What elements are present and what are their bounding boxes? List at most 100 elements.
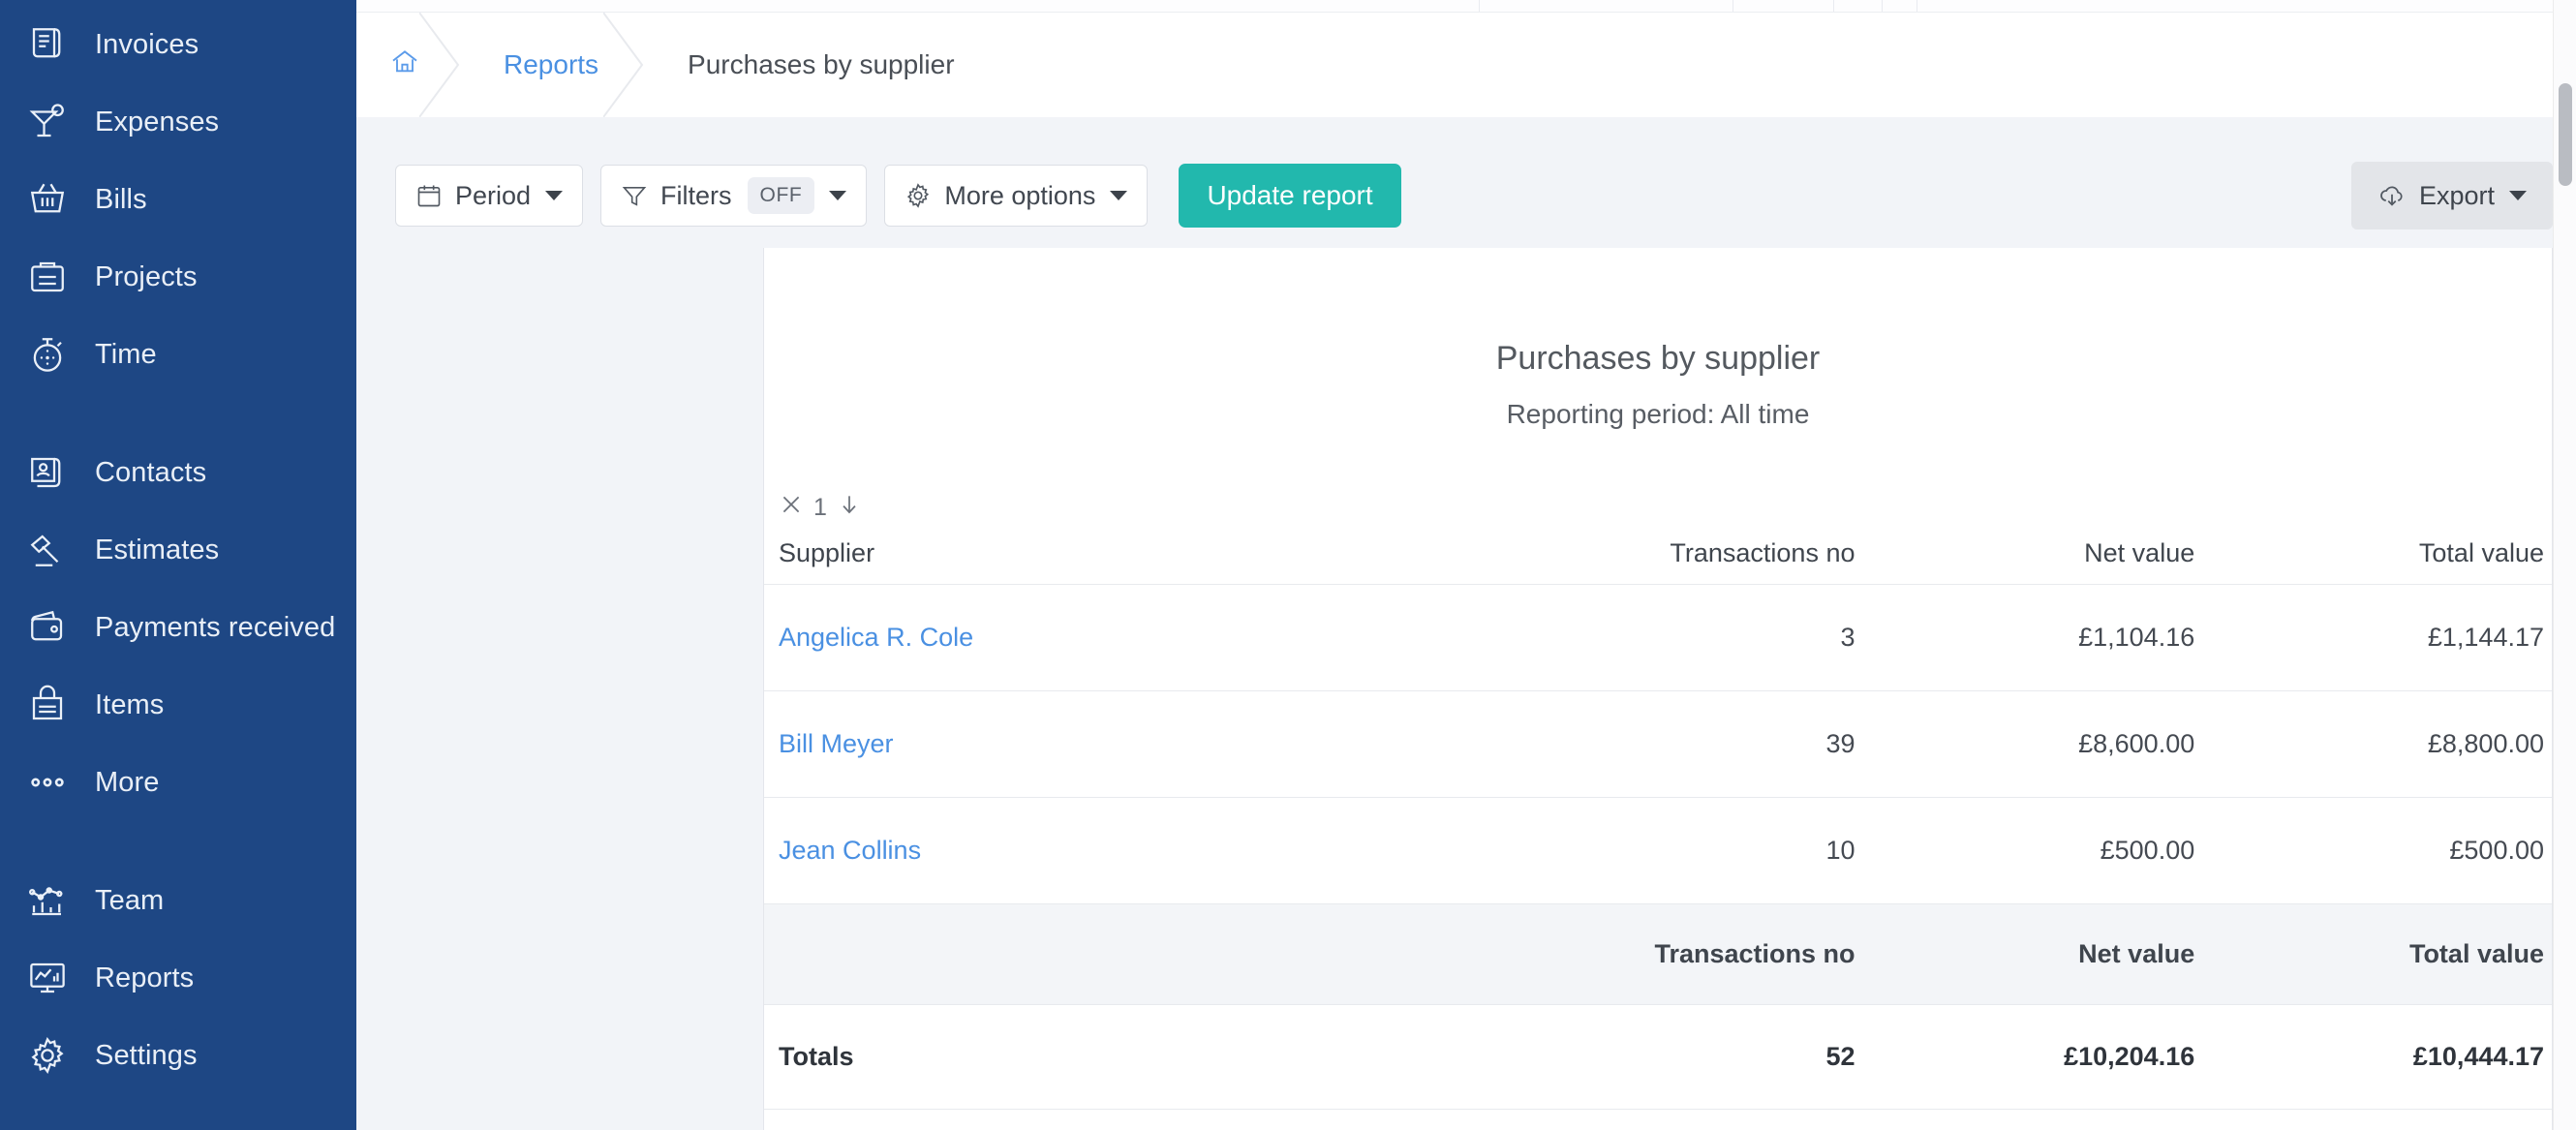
chevron-down-icon <box>2509 191 2527 200</box>
table-row: Jean Collins 10 £500.00 £500.00 <box>764 797 2552 903</box>
stopwatch-icon <box>21 332 74 377</box>
sidebar-item-label: Contacts <box>95 456 207 488</box>
basket-icon <box>21 177 74 222</box>
more-options-label: More options <box>944 180 1096 210</box>
sidebar-item-payments-received[interactable]: Payments received <box>0 589 356 666</box>
ellipsis-icon <box>21 760 74 805</box>
sidebar-item-bills[interactable]: Bills <box>0 161 356 238</box>
sidebar-group-primary: Invoices Expenses Bills Projects Time <box>0 6 356 393</box>
sort-index: 1 <box>813 494 827 521</box>
subheader-blank <box>764 903 1533 1004</box>
period-button[interactable]: Period <box>395 165 584 227</box>
cell-transactions: 10 <box>1825 835 1855 865</box>
more-options-button[interactable]: More options <box>884 165 1149 227</box>
breadcrumb-item-current: Purchases by supplier <box>643 13 998 117</box>
sidebar-item-label: Team <box>95 884 165 916</box>
cell-total: £1,144.17 <box>2427 622 2544 652</box>
strip-cell <box>1883 0 1917 12</box>
spacer-cell <box>2212 1108 2552 1130</box>
monitor-chart-icon <box>21 956 74 1000</box>
cut-off-toolbar-strip <box>356 0 2576 13</box>
totals-label: Totals <box>779 1041 854 1071</box>
strip-cell <box>1733 0 1834 12</box>
contacts-icon <box>21 450 74 495</box>
wallet-icon <box>21 605 74 650</box>
breadcrumb-chevron <box>419 13 460 117</box>
totals-row: Totals 52 £10,204.16 £10,444.17 <box>764 1004 2552 1109</box>
column-header-supplier[interactable]: Supplier <box>764 524 1533 584</box>
sidebar-item-label: Reports <box>95 962 195 993</box>
breadcrumb-label: Reports <box>504 49 599 79</box>
funnel-icon <box>621 182 648 209</box>
cell-total: £500.00 <box>2449 835 2544 865</box>
gavel-icon <box>21 528 74 572</box>
sidebar-item-settings[interactable]: Settings <box>0 1017 356 1094</box>
totals-transactions: 52 <box>1825 1041 1855 1071</box>
filters-button[interactable]: Filters OFF <box>600 165 868 227</box>
filters-state-badge: OFF <box>747 177 815 214</box>
sidebar-item-more[interactable]: More <box>0 744 356 821</box>
arrow-down-icon[interactable] <box>837 492 862 524</box>
cell-transactions: 3 <box>1840 622 1855 652</box>
sidebar-item-estimates[interactable]: Estimates <box>0 511 356 589</box>
table-header-row: Supplier Transactions no Net value Total… <box>764 524 2552 584</box>
spacer-cell <box>1872 1108 2213 1130</box>
sidebar-item-invoices[interactable]: Invoices <box>0 6 356 83</box>
close-icon[interactable] <box>779 492 804 524</box>
sidebar-item-label: Bills <box>95 183 147 215</box>
breadcrumb-item-reports[interactable]: Reports <box>459 13 644 117</box>
vertical-scrollbar[interactable] <box>2553 0 2576 1130</box>
totals-subheader-row: Transactions no Net value Total value <box>764 903 2552 1004</box>
cell-transactions: 39 <box>1825 728 1855 758</box>
sidebar-item-projects[interactable]: Projects <box>0 238 356 316</box>
sidebar-item-reports[interactable]: Reports <box>0 939 356 1017</box>
breadcrumb: Reports Purchases by supplier <box>356 13 2576 117</box>
calendar-icon <box>415 182 443 209</box>
export-button[interactable]: Export <box>2350 162 2553 229</box>
sidebar-item-label: Invoices <box>95 28 199 60</box>
cloud-download-icon <box>2377 181 2407 210</box>
briefcase-icon <box>21 255 74 299</box>
cell-net: £500.00 <box>2100 835 2195 865</box>
breadcrumb-label: Purchases by supplier <box>688 49 955 79</box>
purchases-table: Supplier Transactions no Net value Total… <box>764 524 2552 1130</box>
sidebar-item-label: Settings <box>95 1039 198 1071</box>
breadcrumb-home[interactable] <box>356 13 460 117</box>
subheader-total: Total value <box>2408 938 2544 968</box>
cocktail-icon <box>21 100 74 144</box>
sidebar-item-label: More <box>95 766 160 798</box>
strip-cell <box>1917 0 2576 12</box>
supplier-link[interactable]: Bill Meyer <box>779 729 894 758</box>
sidebar-item-label: Time <box>95 338 157 370</box>
scrollbar-thumb[interactable] <box>2559 83 2572 186</box>
sidebar-item-time[interactable]: Time <box>0 316 356 393</box>
update-report-button[interactable]: Update report <box>1179 164 1401 228</box>
update-report-label: Update report <box>1207 180 1373 210</box>
sidebar-item-items[interactable]: Items <box>0 666 356 744</box>
sidebar-item-expenses[interactable]: Expenses <box>0 83 356 161</box>
report-card: Purchases by supplier Reporting period: … <box>763 248 2553 1130</box>
column-header-transactions[interactable]: Transactions no <box>1533 524 1873 584</box>
subheader-transactions: Transactions no <box>1654 938 1855 968</box>
sort-control[interactable]: 1 <box>779 492 895 524</box>
cell-supplier: Jean Collins <box>764 797 1533 903</box>
breadcrumb-chevron <box>603 13 644 117</box>
invoice-icon <box>21 22 74 67</box>
column-header-net[interactable]: Net value <box>1873 524 2213 584</box>
filters-label: Filters <box>660 180 732 210</box>
team-chart-icon <box>21 878 74 923</box>
cell-total: £8,800.00 <box>2427 728 2544 758</box>
chevron-down-icon <box>545 191 564 200</box>
supplier-link[interactable]: Angelica R. Cole <box>779 623 973 652</box>
cell-supplier: Angelica R. Cole <box>764 584 1533 690</box>
bag-icon <box>21 683 74 727</box>
totals-net: £10,204.16 <box>2064 1041 2195 1071</box>
column-header-total[interactable]: Total value <box>2212 524 2552 584</box>
home-icon <box>389 46 420 84</box>
sidebar-item-contacts[interactable]: Contacts <box>0 434 356 511</box>
sidebar-item-label: Projects <box>95 260 198 292</box>
table-header: Supplier Transactions no Net value Total… <box>764 524 2552 584</box>
strip-cell <box>1480 0 1733 12</box>
supplier-link[interactable]: Jean Collins <box>779 836 921 865</box>
sidebar-item-team[interactable]: Team <box>0 862 356 939</box>
